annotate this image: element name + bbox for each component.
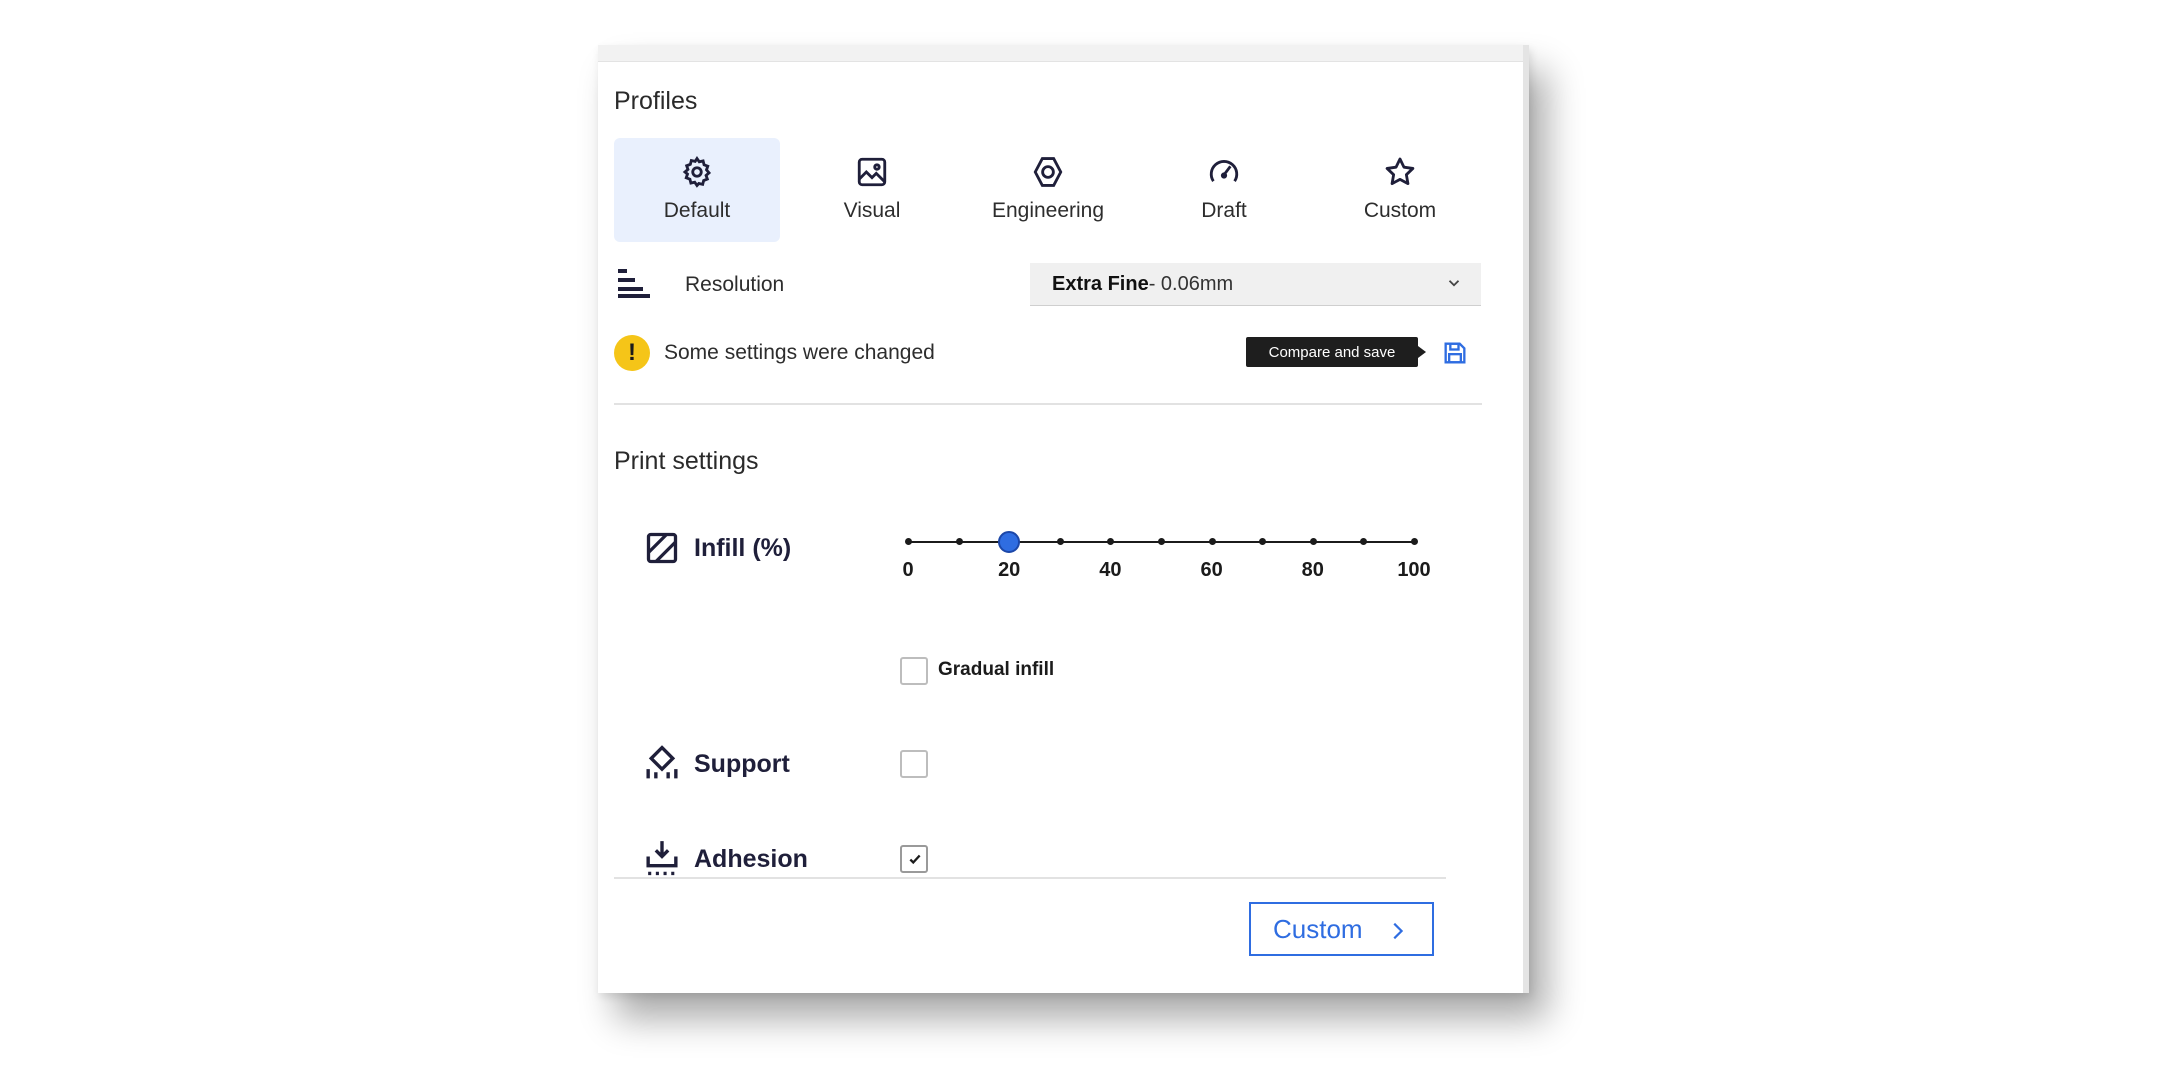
tab-label: Custom	[1363, 199, 1437, 222]
slider-tick-label: 40	[1099, 559, 1122, 581]
speedometer-icon	[1209, 160, 1239, 182]
print-settings-title: Print settings	[614, 447, 759, 475]
divider	[614, 877, 1446, 879]
resolution-value-detail: - 0.06mm	[1148, 272, 1234, 295]
layer-height-icon	[618, 269, 650, 298]
adhesion-checkbox[interactable]	[900, 845, 928, 873]
tab-visual[interactable]: Visual	[789, 138, 955, 242]
compare-save-tooltip: Compare and save	[1246, 337, 1426, 367]
settings-changed-message: Some settings were changed	[664, 341, 935, 364]
tab-label: Default	[663, 199, 731, 222]
tab-label: Engineering	[991, 199, 1105, 222]
slider-tick-dot	[905, 538, 912, 545]
slider-tick-dot	[1158, 538, 1165, 545]
chevron-down-icon	[1448, 280, 1460, 287]
support-icon	[646, 745, 678, 779]
infill-slider[interactable]: 0 20 40 60 80 100	[902, 521, 1431, 611]
custom-settings-button[interactable]: Custom	[1249, 902, 1434, 956]
slider-tick-dot	[955, 538, 963, 545]
resolution-dropdown[interactable]: Extra Fine - 0.06mm	[1030, 263, 1481, 306]
slider-tick-dot	[1208, 538, 1216, 545]
slider-tick-dot	[1309, 538, 1317, 545]
tab-label: Visual	[843, 199, 901, 222]
slider-handle[interactable]	[998, 531, 1021, 553]
infill-icon	[646, 532, 678, 564]
slider-tick-label: 0	[902, 559, 914, 581]
star-icon	[1385, 157, 1415, 186]
slider-tick-dot	[1259, 538, 1267, 545]
gear-icon	[682, 156, 712, 188]
print-settings-panel: Profiles Default Visual Engineering Draf…	[598, 45, 1529, 993]
slider-tick-dot	[1056, 538, 1064, 545]
gradual-infill-checkbox[interactable]	[900, 657, 928, 685]
resolution-value-name: Extra Fine	[1052, 272, 1149, 295]
slider-tick-label: 60	[1200, 559, 1223, 581]
slider-tick-dot	[1360, 538, 1368, 545]
support-label: Support	[694, 750, 790, 778]
resolution-label: Resolution	[685, 273, 785, 296]
warning-icon: !	[614, 335, 650, 371]
slider-tick-label: 20	[998, 559, 1021, 581]
divider	[614, 403, 1482, 405]
tab-draft[interactable]: Draft	[1141, 138, 1307, 242]
infill-label: Infill (%)	[694, 534, 792, 562]
tab-default[interactable]: Default	[614, 138, 780, 242]
image-icon	[857, 157, 887, 187]
save-icon[interactable]	[1441, 339, 1469, 367]
tab-custom[interactable]: Custom	[1317, 138, 1483, 242]
slider-tick-dot	[1411, 538, 1418, 545]
profiles-title: Profiles	[614, 87, 698, 115]
chevron-right-icon	[1393, 922, 1404, 940]
support-checkbox[interactable]	[900, 750, 928, 778]
gradual-infill-label: Gradual infill	[938, 659, 1055, 680]
tab-label: Draft	[1201, 199, 1247, 222]
checkmark-icon	[909, 854, 921, 865]
slider-tick-label: 80	[1301, 559, 1324, 581]
adhesion-icon	[646, 841, 678, 876]
slider-tick-label: 100	[1397, 559, 1431, 581]
slider-tick-dot	[1107, 538, 1115, 545]
panel-top-strip	[598, 45, 1523, 62]
custom-button-label: Custom	[1273, 913, 1363, 944]
tab-engineering[interactable]: Engineering	[965, 138, 1131, 242]
adhesion-label: Adhesion	[694, 845, 808, 873]
hex-nut-icon	[1033, 157, 1063, 187]
